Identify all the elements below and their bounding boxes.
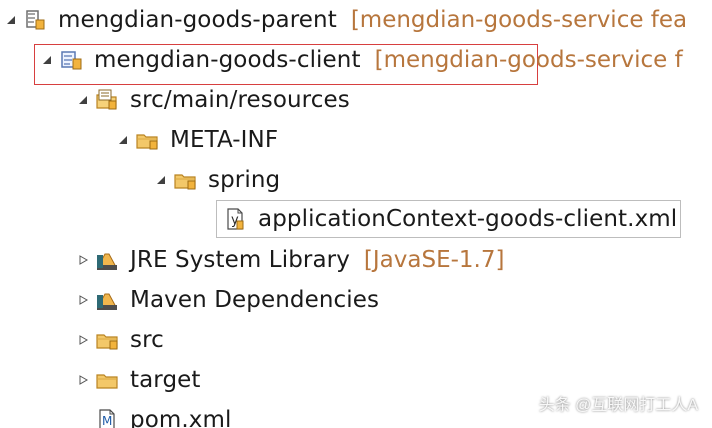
tree-label: mengdian-goods-client <box>94 47 361 73</box>
maven-module-icon <box>58 47 84 73</box>
tree-decoration: [JavaSE-1.7] <box>363 247 505 273</box>
empty-toggle-space <box>72 409 94 428</box>
xml-file-icon: y <box>222 206 248 232</box>
library-icon <box>94 287 120 313</box>
tree-label: Maven Dependencies <box>130 287 380 313</box>
maven-project-icon <box>22 7 48 33</box>
source-folder-icon <box>94 87 120 113</box>
tree-row-target[interactable]: target <box>72 360 201 400</box>
tree-row-spring[interactable]: spring <box>150 160 280 200</box>
empty-toggle-space <box>200 208 222 230</box>
expanded-triangle-icon[interactable] <box>112 129 134 151</box>
collapsed-triangle-icon[interactable] <box>72 329 94 351</box>
tree-row-src-main-resources[interactable]: src/main/resources <box>72 80 350 120</box>
tree-row-src[interactable]: src <box>72 320 164 360</box>
expanded-triangle-icon[interactable] <box>36 49 58 71</box>
expanded-triangle-icon[interactable] <box>72 89 94 111</box>
tree-label: mengdian-goods-parent <box>58 7 337 33</box>
folder-icon <box>94 327 120 353</box>
tree-row-pom-xml[interactable]: M pom.xml <box>72 400 232 428</box>
tree-row-parent-project[interactable]: mengdian-goods-parent [mengdian-goods-se… <box>0 0 687 40</box>
tree-row-maven-dependencies[interactable]: Maven Dependencies <box>72 280 379 320</box>
tree-row-meta-inf[interactable]: META-INF <box>112 120 278 160</box>
watermark-text: 头条 @互联网打工人A <box>538 397 698 414</box>
tree-label: target <box>130 367 201 393</box>
tree-decoration: [mengdian-goods-service fea <box>350 7 688 33</box>
tree-label: JRE System Library <box>130 247 350 273</box>
tree-row-application-context-xml[interactable]: y applicationContext-goods-client.xml <box>200 199 677 239</box>
library-icon <box>94 247 120 273</box>
tree-label: applicationContext-goods-client.xml <box>258 206 678 232</box>
expanded-triangle-icon[interactable] <box>150 169 172 191</box>
collapsed-triangle-icon[interactable] <box>72 249 94 271</box>
folder-icon <box>134 127 160 153</box>
folder-icon <box>94 367 120 393</box>
expanded-triangle-icon[interactable] <box>0 9 22 31</box>
project-explorer-tree: mengdian-goods-parent [mengdian-goods-se… <box>0 0 712 428</box>
collapsed-triangle-icon[interactable] <box>72 369 94 391</box>
tree-row-jre-system-library[interactable]: JRE System Library [JavaSE-1.7] <box>72 240 504 280</box>
tree-label: META-INF <box>170 127 279 153</box>
tree-label: spring <box>208 167 281 193</box>
tree-label: src <box>130 327 164 353</box>
tree-label: pom.xml <box>130 407 232 428</box>
tree-decoration: [mengdian-goods-service f <box>374 47 683 73</box>
tree-label: src/main/resources <box>130 87 350 113</box>
pom-file-icon: M <box>94 407 120 428</box>
collapsed-triangle-icon[interactable] <box>72 289 94 311</box>
svg-text:M: M <box>102 414 112 428</box>
tree-row-client-module[interactable]: mengdian-goods-client [mengdian-goods-se… <box>36 40 683 80</box>
folder-icon <box>172 167 198 193</box>
